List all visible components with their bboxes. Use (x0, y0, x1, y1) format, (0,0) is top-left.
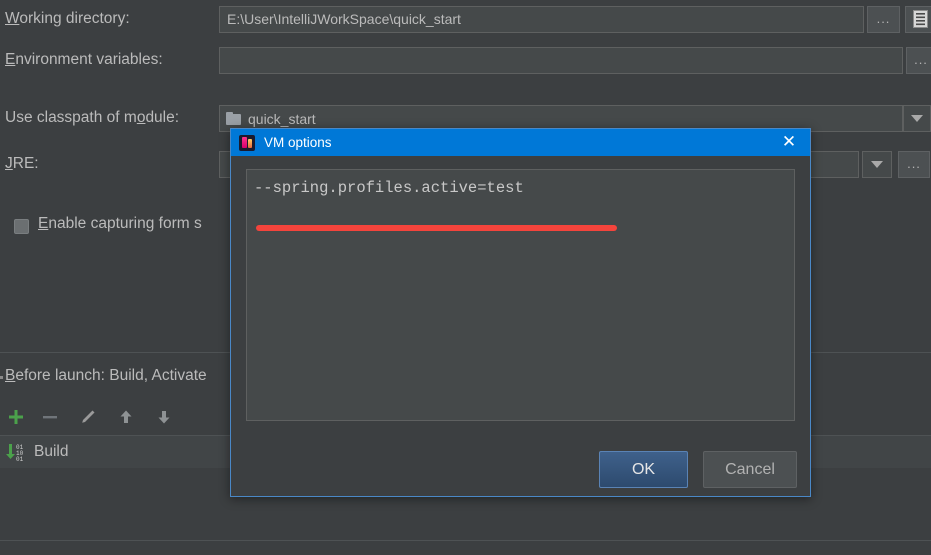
vm-options-button-bar: OK Cancel (231, 451, 810, 495)
classpath-module-value: quick_start (248, 110, 316, 127)
build-icon: 01 10 01 (2, 442, 32, 463)
working-directory-row: Working directory: E:\User\IntelliJWorkS… (0, 0, 931, 38)
jre-browse-button[interactable]: ... (898, 151, 930, 178)
chevron-down-icon (911, 115, 923, 122)
svg-text:01: 01 (16, 456, 24, 462)
working-directory-browse-button[interactable]: ... (867, 6, 900, 33)
remove-button[interactable] (36, 400, 64, 433)
before-launch-item-label: Build (34, 443, 69, 460)
chevron-down-icon (871, 161, 883, 168)
environment-variables-browse-button[interactable]: ... (906, 47, 931, 74)
macro-list-icon[interactable] (905, 6, 931, 33)
enable-capturing-label: Enable capturing form s (38, 215, 202, 232)
vm-options-dialog: VM options ✕ --spring.profiles.active=te… (230, 128, 811, 497)
environment-variables-input[interactable] (219, 47, 903, 74)
intellij-idea-icon (239, 134, 255, 151)
classpath-module-dropdown-arrow[interactable] (903, 105, 931, 132)
add-button[interactable] (2, 400, 30, 433)
move-down-button[interactable] (150, 400, 178, 433)
enable-capturing-checkbox[interactable] (14, 219, 29, 234)
jre-dropdown-arrow[interactable] (862, 151, 892, 178)
close-icon[interactable]: ✕ (768, 129, 810, 156)
folder-icon (226, 112, 242, 125)
jre-label: JRE: (5, 155, 39, 172)
cancel-button[interactable]: Cancel (703, 451, 797, 488)
classpath-module-label: Use classpath of module: (5, 109, 180, 126)
before-launch-bullet (0, 376, 3, 379)
vm-options-titlebar[interactable]: VM options ✕ (231, 129, 810, 156)
before-launch-label: Before launch: Build, Activate (5, 367, 207, 384)
vm-options-text-value: --spring.profiles.active=test (254, 179, 524, 197)
vm-options-body: --spring.profiles.active=test OK Cancel (231, 156, 810, 496)
vm-options-textarea[interactable]: --spring.profiles.active=test (246, 169, 795, 421)
red-underline-annotation (256, 225, 617, 231)
bottom-divider (0, 540, 931, 541)
edit-button[interactable] (74, 400, 102, 433)
environment-variables-label: Environment variables: (5, 51, 163, 68)
environment-variables-row: Environment variables: ... (0, 41, 931, 79)
move-up-button[interactable] (112, 400, 140, 433)
working-directory-label: Working directory: (5, 10, 130, 27)
vm-options-title: VM options (264, 135, 332, 150)
ok-button[interactable]: OK (599, 451, 688, 488)
working-directory-input[interactable]: E:\User\IntelliJWorkSpace\quick_start (219, 6, 864, 33)
